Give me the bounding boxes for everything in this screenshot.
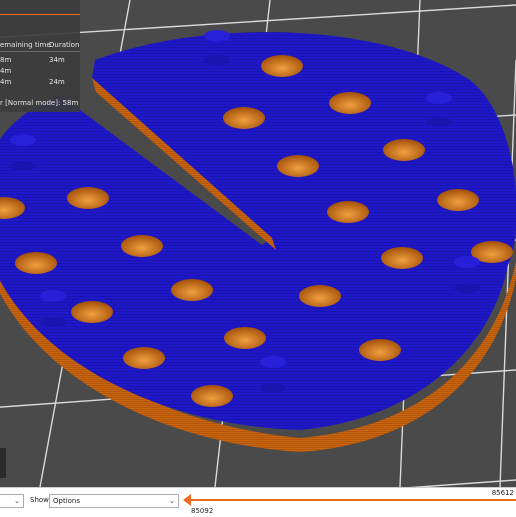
hole [223,107,265,129]
legend-row-remaining: 4m [0,78,12,86]
hole [383,139,425,161]
hole [277,155,319,177]
standoff-post [40,290,66,327]
hole [15,252,57,274]
legend-header-remaining: emaining time [0,41,51,49]
3d-preview-viewport[interactable]: emaining time Duration 8m 34m 4m 4m 24m … [0,0,516,487]
legend-row-duration: 24m [49,78,65,86]
hole [71,301,113,323]
view-type-combo[interactable]: ⌄ [0,494,24,508]
chevron-down-icon: ⌄ [14,497,20,505]
show-options-combo[interactable]: Options ⌄ [49,494,179,508]
horizontal-layer-slider-track[interactable] [188,499,516,501]
standoff-post [454,256,480,293]
legend-header-duration: Duration [49,41,80,49]
legend-mode-estimate: r [Normal mode]: 58m [0,99,79,107]
standoff-post [426,92,452,127]
legend-accent-line [0,14,80,15]
hole [381,247,423,269]
legend-row-remaining: 8m [0,56,12,64]
hole [437,189,479,211]
hole [224,327,266,349]
horizontal-layer-slider-handle[interactable] [183,494,191,506]
slider-lower-value: 85092 [191,507,214,515]
standoff-post [10,134,36,171]
legend-divider [0,51,80,52]
hole [327,201,369,223]
vertical-layer-slider-stub[interactable] [0,448,6,478]
standoff-post [204,30,230,65]
hole [359,339,401,361]
show-label: Show [30,496,49,504]
slider-upper-value: 85612 [491,489,514,497]
hole [329,92,371,114]
hole [261,55,303,77]
print-stats-legend: emaining time Duration 8m 34m 4m 4m 24m … [0,0,80,112]
legend-row-remaining: 4m [0,67,12,75]
hole [121,235,163,257]
preview-bottom-bar: ⌄ Show Options ⌄ 85612 85092 [0,487,516,517]
hole [123,347,165,369]
hole [191,385,233,407]
chevron-down-icon: ⌄ [169,497,175,505]
hole [299,285,341,307]
hole [171,279,213,301]
hole [67,187,109,209]
legend-row-duration: 34m [49,56,65,64]
standoff-post [260,356,286,393]
